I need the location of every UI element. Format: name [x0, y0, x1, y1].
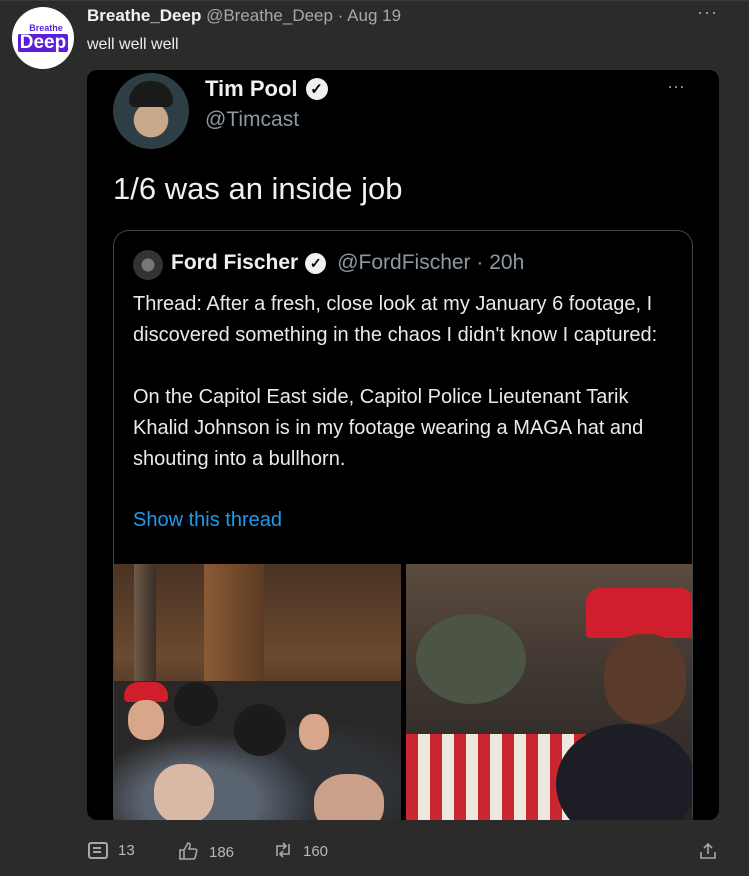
face-shape	[299, 714, 329, 750]
embed-handle: @Timcast	[205, 108, 300, 131]
face-shape	[128, 700, 164, 740]
ford-fischer-avatar	[133, 250, 163, 280]
quote-separator: ·	[476, 251, 484, 274]
quote-photos	[114, 564, 692, 820]
verified-badge-icon: ✓	[305, 78, 328, 100]
post-footer: 13 186 160	[0, 835, 749, 869]
tim-pool-avatar	[113, 73, 189, 149]
retweet-count: 160	[303, 843, 329, 860]
embed-author-name: Tim Pool	[205, 76, 298, 101]
verified-badge-icon: ✓	[305, 252, 327, 274]
photo-left	[114, 564, 401, 820]
share-icon	[699, 842, 717, 863]
comment-icon	[88, 842, 108, 859]
divider	[0, 0, 749, 1]
thumbs-up-icon	[179, 842, 199, 863]
embedded-image[interactable]: Tim Pool ✓ @Timcast ··· 1/6 was an insid…	[87, 70, 719, 820]
red-hat-shape	[124, 682, 168, 702]
quote-text: Thread: After a fresh, close look at my …	[133, 289, 683, 475]
like-count: 186	[209, 844, 235, 861]
comment-count: 13	[118, 842, 135, 859]
quote-author: Ford Fischer ✓ @FordFischer · 20h	[171, 251, 524, 275]
quote-time: 20h	[489, 251, 525, 274]
meta-separator: ·	[337, 6, 344, 25]
author-handle[interactable]: @Breathe_Deep	[206, 6, 333, 25]
retweet-action[interactable]: 160	[273, 842, 328, 861]
quote-paragraph-2: On the Capitol East side, Capitol Police…	[133, 386, 644, 470]
embed-tweet-text: 1/6 was an inside job	[113, 171, 403, 206]
embed-author: Tim Pool ✓	[205, 76, 328, 102]
post-header: Breathe_Deep @Breathe_Deep · Aug 19	[87, 6, 401, 26]
quote-author-name: Ford Fischer	[171, 251, 299, 274]
post-text: well well well	[87, 36, 179, 53]
comment-action[interactable]: 13	[88, 842, 135, 859]
like-action[interactable]: 186	[179, 842, 234, 863]
embed-more-icon: ···	[667, 76, 685, 96]
author-name[interactable]: Breathe_Deep	[87, 6, 201, 25]
avatar-text-bottom: Deep	[17, 32, 69, 53]
beanie-shape	[129, 81, 173, 107]
retweet-icon	[273, 842, 293, 861]
more-options-icon[interactable]: ···	[697, 2, 718, 23]
quoted-tweet: Ford Fischer ✓ @FordFischer · 20h Thread…	[113, 230, 693, 820]
avatar[interactable]: Breathe Deep	[12, 7, 74, 69]
helmet-shape	[234, 704, 286, 756]
post-date[interactable]: Aug 19	[347, 6, 401, 25]
quote-handle: @FordFischer	[337, 251, 471, 274]
helmet-shape	[174, 682, 218, 726]
quote-paragraph-1: Thread: After a fresh, close look at my …	[133, 293, 658, 346]
face-shape	[154, 764, 214, 820]
maga-hat-shape	[585, 588, 692, 638]
helmet-shape	[415, 614, 526, 704]
face-shape	[603, 634, 686, 724]
show-thread-link: Show this thread	[133, 509, 282, 531]
hand-shape	[314, 774, 384, 820]
photo-right	[405, 564, 692, 820]
share-action[interactable]	[699, 842, 717, 863]
